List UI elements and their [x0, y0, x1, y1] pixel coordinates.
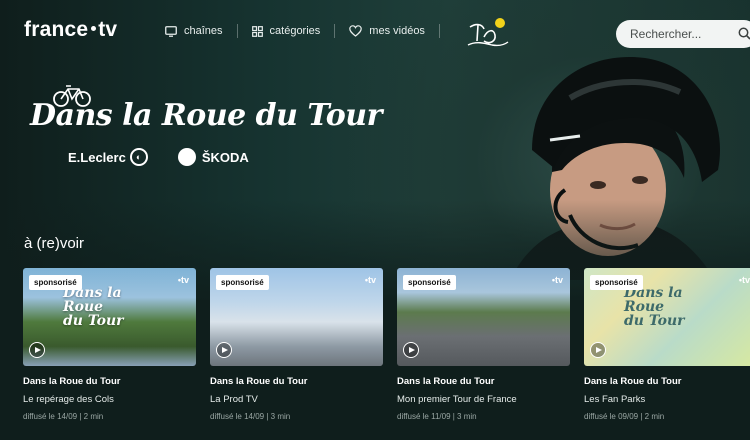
card-show-title: Dans la Roue du Tour: [210, 376, 308, 387]
sponsor-skoda-label: ŠKODA: [201, 149, 249, 165]
search-placeholder: Rechercher...: [630, 27, 702, 41]
leclerc-badge-icon: ◐: [129, 148, 148, 166]
francetv-watermark: •tv: [177, 275, 189, 285]
logo-dot-icon: [91, 25, 97, 31]
nav-label-mes-videos: mes vidéos: [369, 25, 425, 37]
nav-label-categories: catégories: [269, 25, 321, 37]
play-icon[interactable]: [216, 342, 232, 358]
skoda-badge-icon: [177, 148, 196, 166]
card-show-title: Dans la Roue du Tour: [584, 376, 682, 387]
heart-icon: [349, 25, 363, 37]
play-icon[interactable]: [29, 342, 45, 358]
video-card[interactable]: Dans la Roue du Tour sponsorisé •tv Dans l…: [23, 268, 196, 421]
sponsor-logos: E.Leclerc ◐ ŠKODA: [68, 148, 279, 166]
francetv-watermark: •tv: [551, 275, 563, 285]
grid-icon: [251, 25, 263, 37]
sponsor-leclerc: E.Leclerc ◐: [68, 148, 148, 166]
video-thumbnail[interactable]: sponsorisé •tv: [210, 268, 383, 366]
card-episode-title: La Prod TV: [210, 394, 258, 405]
tv-icon: [165, 25, 177, 37]
thumbnail-title-art: Dans la Roue du Tour: [624, 285, 685, 329]
video-card[interactable]: sponsorisé •tv Dans la Roue du Tour La P…: [210, 268, 383, 421]
francetv-watermark: •tv: [364, 275, 376, 285]
card-episode-title: Les Fan Parks: [584, 394, 646, 405]
video-thumbnail[interactable]: sponsorisé •tv: [397, 268, 570, 366]
sponsored-badge: sponsorisé: [590, 275, 643, 290]
logo-suffix: tv: [98, 18, 118, 41]
video-thumbnail[interactable]: Dans la Roue du Tour sponsorisé •tv: [584, 268, 750, 366]
top-navigation: france tv chaînes catégories mes vidéos R…: [0, 0, 750, 64]
video-carousel: Dans la Roue du Tour sponsorisé •tv Dans l…: [23, 268, 750, 440]
play-icon[interactable]: [590, 342, 606, 358]
nav-item-mes-videos[interactable]: mes vidéos: [349, 25, 425, 37]
card-show-title: Dans la Roue du Tour: [23, 376, 121, 387]
video-thumbnail[interactable]: Dans la Roue du Tour sponsorisé •tv: [23, 268, 196, 366]
francetv-logo[interactable]: france tv: [24, 18, 117, 42]
nav-divider: [236, 24, 238, 38]
card-meta: diffusé le 14/09 | 3 min: [210, 412, 291, 421]
search-icon: [738, 27, 750, 40]
nav-item-categories[interactable]: catégories: [251, 25, 321, 37]
thumbnail-title-art: Dans la Roue du Tour: [63, 285, 124, 329]
search-field[interactable]: Rechercher...: [616, 20, 750, 48]
sponsor-skoda: ŠKODA: [177, 148, 249, 166]
francetv-watermark: •tv: [738, 275, 750, 285]
card-episode-title: Le repérage des Cols: [23, 394, 114, 405]
logo-text: france: [24, 18, 89, 41]
card-meta: diffusé le 14/09 | 2 min: [23, 412, 104, 421]
nav-label-chaines: chaînes: [184, 25, 223, 37]
video-card[interactable]: Dans la Roue du Tour sponsorisé •tv Dans l…: [584, 268, 750, 421]
hero-title: Dans la Roue du Tour: [30, 98, 382, 133]
sponsored-badge: sponsorisé: [403, 275, 456, 290]
main-nav: chaînes catégories mes vidéos: [165, 24, 454, 38]
section-title: à (re)voir: [24, 235, 85, 252]
nav-divider: [438, 24, 440, 38]
sponsor-leclerc-label: E.Leclerc: [68, 149, 126, 165]
nav-item-chaines[interactable]: chaînes: [165, 25, 223, 37]
nav-divider: [334, 24, 336, 38]
card-meta: diffusé le 09/09 | 2 min: [584, 412, 665, 421]
card-meta: diffusé le 11/09 | 3 min: [397, 412, 477, 421]
play-icon[interactable]: [403, 342, 419, 358]
hero-title-logo: Dans la Roue du Tour: [30, 80, 382, 150]
video-card[interactable]: sponsorisé •tv Dans la Roue du Tour Mon …: [397, 268, 570, 421]
card-episode-title: Mon premier Tour de France: [397, 394, 517, 405]
tour-de-france-logo[interactable]: [464, 15, 510, 51]
card-show-title: Dans la Roue du Tour: [397, 376, 495, 387]
sponsored-badge: sponsorisé: [29, 275, 82, 290]
sponsored-badge: sponsorisé: [216, 275, 269, 290]
